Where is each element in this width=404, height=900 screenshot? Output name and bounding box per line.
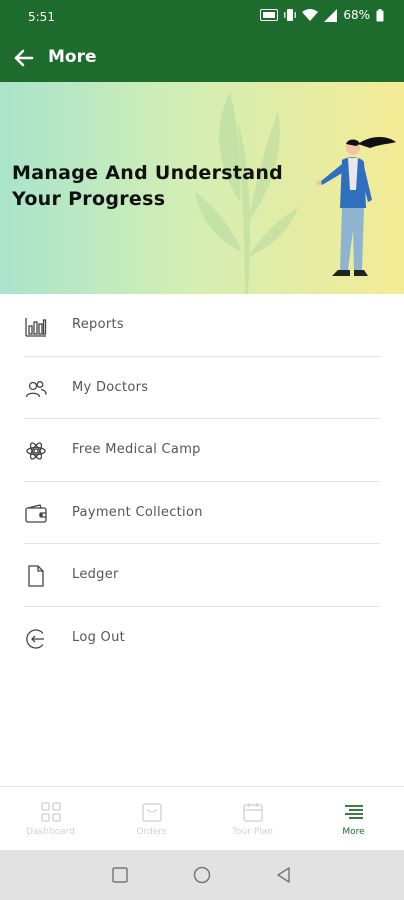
file-icon	[28, 565, 44, 587]
nav-label: More	[342, 827, 365, 837]
grid-icon	[41, 802, 61, 822]
atom-icon	[26, 442, 46, 460]
menu-label: Log Out	[72, 629, 126, 645]
menu-item-my-doctors[interactable]: My Doctors	[24, 357, 380, 419]
nav-orders[interactable]: Orders	[101, 787, 202, 851]
app-bar: More	[0, 34, 404, 82]
wifi-icon	[302, 8, 319, 21]
status-icons: 68%	[260, 8, 384, 22]
back-triangle-icon[interactable]	[274, 865, 294, 885]
nav-label: Dashboard	[26, 827, 75, 837]
calendar-icon	[243, 803, 263, 822]
menu-label: Payment Collection	[72, 504, 203, 520]
person-illustration	[316, 137, 396, 276]
page-title: More	[48, 47, 97, 67]
nav-label: Orders	[136, 827, 167, 837]
home-icon[interactable]	[192, 865, 212, 885]
nav-dashboard[interactable]: Dashboard	[0, 787, 101, 851]
menu-item-free-medical-camp[interactable]: Free Medical Camp	[24, 419, 380, 482]
arrow-left-icon	[14, 49, 34, 67]
banner-title-line1: Manage And Understand	[12, 162, 284, 184]
recents-icon[interactable]	[110, 865, 130, 885]
menu-label: My Doctors	[72, 379, 149, 395]
hero-banner: Manage And Understand Your Progress	[0, 82, 404, 294]
battery-icon	[376, 8, 384, 21]
status-bar: 5:51 68%	[0, 0, 404, 34]
banner-title-line2: Your Progress	[12, 188, 166, 210]
users-icon	[25, 380, 47, 397]
menu-label: Free Medical Camp	[72, 442, 201, 457]
logout-icon	[26, 628, 44, 649]
battery-percent: 68%	[343, 8, 370, 22]
menu-item-payment-collection[interactable]: Payment Collection	[24, 482, 380, 544]
signal-icon	[324, 8, 338, 22]
system-nav-bar	[0, 850, 404, 900]
shopping-bag-icon	[142, 803, 162, 822]
nav-more[interactable]: More	[303, 787, 404, 851]
menu-label: Ledger	[72, 567, 119, 582]
vibrate-icon	[284, 9, 297, 21]
bottom-nav: Dashboard Orders Tour Plan More	[0, 786, 404, 851]
menu-lines-icon	[345, 805, 363, 819]
banner-title: Manage And Understand Your Progress	[12, 160, 302, 212]
volte-icon	[260, 9, 279, 21]
nav-label: Tour Plan	[232, 827, 273, 837]
menu-item-ledger[interactable]: Ledger	[24, 544, 380, 607]
back-button[interactable]	[10, 44, 38, 72]
more-menu: Reports My Doctors Free Medical Camp Pay…	[0, 294, 404, 669]
status-time: 5:51	[28, 10, 55, 24]
menu-item-reports[interactable]: Reports	[24, 294, 380, 357]
menu-label: Reports	[72, 317, 124, 332]
menu-item-log-out[interactable]: Log Out	[24, 607, 380, 670]
wallet-icon	[25, 503, 47, 523]
bar-chart-icon	[25, 318, 47, 337]
nav-tour-plan[interactable]: Tour Plan	[202, 787, 303, 851]
